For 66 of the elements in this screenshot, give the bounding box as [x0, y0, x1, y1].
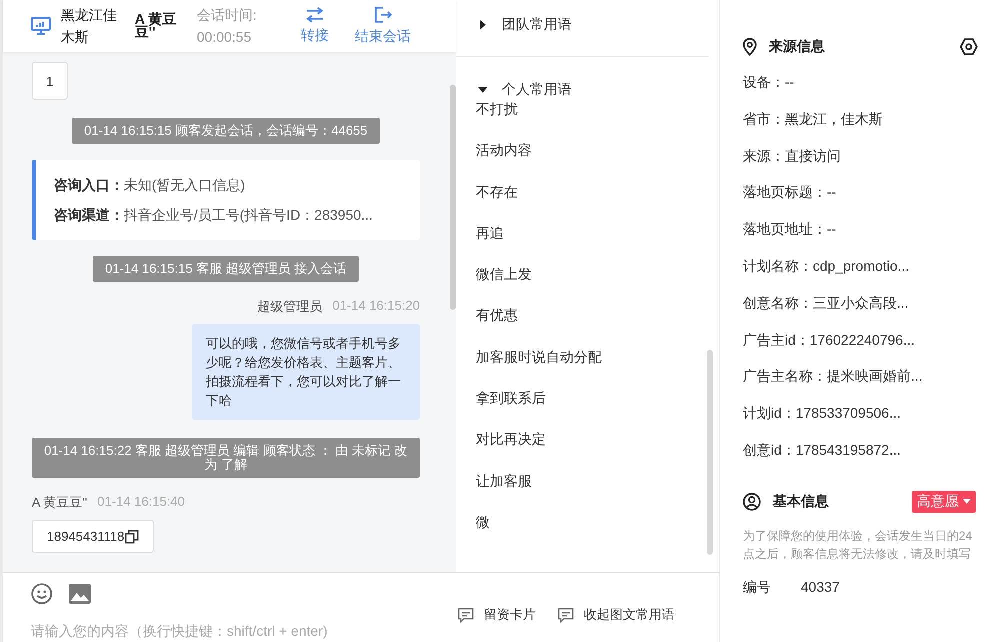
lead-card-button[interactable]: 留资卡片 [458, 588, 536, 642]
session-time: 00:00:55 [197, 28, 252, 47]
scrollbar[interactable] [707, 350, 713, 555]
phrase-group-toggle[interactable]: 团队常用语 [456, 16, 572, 34]
info-row-text: 省市：黑龙江，佳木斯 [743, 110, 884, 129]
emoji-icon[interactable] [31, 583, 53, 605]
exit-icon [374, 6, 392, 24]
phrase-group-toggle[interactable]: 个人常用语 [456, 81, 572, 99]
customer-name: A 黄豆豆'' [135, 13, 178, 39]
swap-arrows-icon [305, 7, 325, 23]
caret-icon [963, 498, 971, 505]
phrase-item[interactable]: 微信上发 [456, 264, 719, 306]
user-icon [743, 492, 761, 511]
notice-text: 为了保障您的使用体验，会话发生当日的24点之后，顾客信息将无法修改，请及时填写 [743, 528, 974, 563]
phrase-item[interactable]: 不打扰 [456, 99, 719, 140]
settings-icon[interactable] [960, 38, 978, 56]
phrase-item[interactable]: 不存在 [456, 182, 719, 223]
field-label: 编号 [743, 578, 771, 597]
customer-location: 黑龙江佳木斯 [61, 6, 118, 47]
info-row-text: 广告主id：176022240796... [743, 330, 916, 350]
info-row-text: 计划id：178533709506... [743, 404, 902, 424]
phrase-item[interactable]: 对比再决定 [456, 429, 719, 471]
info-row-text: 广告主名称：提米映画婚前... [743, 367, 924, 386]
end-session-button[interactable]: 结束会话 [347, 6, 419, 46]
comment-icon [458, 608, 474, 622]
phrase-item[interactable]: 微 [456, 512, 719, 554]
sender-name: A 黄豆豆'' [32, 494, 88, 512]
comment-icon [558, 608, 574, 622]
system-message: 01-14 16:15:22 客服 超级管理员 编辑 顾客状态 ： 由 未标记 改为 了解 [32, 438, 420, 478]
section-title: 基本信息 [773, 492, 829, 511]
phrase-item[interactable]: 让加客服 [456, 470, 719, 512]
transfer-button[interactable]: 转接 [293, 7, 337, 45]
caret-icon [478, 85, 488, 95]
message-time: 01-14 16:15:20 [332, 298, 420, 315]
info-row-text: 落地页标题：-- [743, 183, 838, 202]
page-number: 1 [32, 62, 68, 100]
copy-icon[interactable] [124, 530, 139, 544]
image-icon[interactable] [69, 584, 91, 604]
monitor-icon [31, 17, 51, 35]
system-message: 01-14 16:15:15 顾客发起会话，会话编号：44655 [72, 118, 380, 144]
message-time: 01-14 16:15:40 [98, 494, 185, 511]
agent-message: 可以的哦，您微信号或者手机号多少呢？给您发价格表、主题客片、拍摄流程看下，您可以对比了解一下哈 [192, 324, 420, 420]
inquiry-line: 咨询渠道：抖音企业号/员工号(抖音号ID：283950... [54, 206, 374, 225]
collapse-phrases-button[interactable]: 收起图文常用语 [558, 588, 675, 642]
location-pin-icon [743, 38, 757, 56]
info-row-text: 计划名称：cdp_promotio... [743, 256, 910, 276]
phrase-item[interactable]: 加客服时说自动分配 [456, 346, 719, 388]
scrollbar[interactable] [450, 85, 456, 310]
session-time-label: 会话时间: [197, 6, 258, 25]
info-row-text: 来源：直接访问 [743, 146, 842, 166]
message-text: 18945431118 [47, 529, 125, 544]
sender-name: 超级管理员 [258, 298, 323, 316]
intent-tag-dropdown[interactable]: 高意愿 [912, 490, 976, 513]
info-row-text: 落地页地址：-- [743, 220, 838, 240]
caret-icon [478, 20, 488, 30]
phrase-item[interactable]: 拿到联系后 [456, 388, 719, 430]
section-title: 来源信息 [769, 38, 825, 56]
phrase-item[interactable]: 再追 [456, 222, 719, 264]
phrase-item[interactable]: 活动内容 [456, 140, 719, 182]
field-value: 40337 [801, 578, 840, 597]
system-message: 01-14 16:15:15 客服 超级管理员 接入会话 [93, 256, 359, 282]
phrase-item[interactable]: 有优惠 [456, 305, 719, 347]
info-row-text: 设备：-- [743, 73, 796, 92]
info-row-text: 创意id：178543195872... [743, 440, 902, 460]
info-row-text: 创意名称：三亚小众高段... [743, 294, 910, 313]
inquiry-line: 咨询入口：未知(暂无入口信息) [54, 176, 246, 195]
